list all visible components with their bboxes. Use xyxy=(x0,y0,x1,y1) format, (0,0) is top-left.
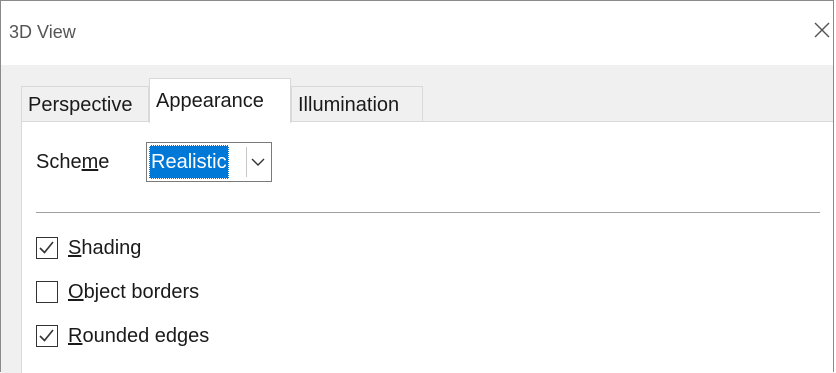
chevron-down-icon[interactable] xyxy=(246,147,269,177)
tab-label: Appearance xyxy=(156,90,264,112)
dialog-body: Perspective Appearance Illumination Sche… xyxy=(1,65,833,373)
scheme-label: Scheme xyxy=(36,151,110,173)
title-bar: 3D View xyxy=(1,1,833,65)
object-borders-label: Object borders xyxy=(68,281,200,303)
shading-label: Shading xyxy=(68,237,142,259)
rounded-edges-checkbox[interactable] xyxy=(36,325,58,347)
scheme-dropdown[interactable]: Realistic xyxy=(146,142,272,182)
close-icon[interactable] xyxy=(811,19,833,41)
object-borders-checkbox[interactable] xyxy=(36,281,58,303)
tab-illumination[interactable]: Illumination xyxy=(291,86,423,122)
tab-appearance[interactable]: Appearance xyxy=(149,78,291,123)
separator xyxy=(36,212,820,213)
dialog-3d-view: 3D View Perspective Appearance Illuminat… xyxy=(0,0,834,373)
scheme-selected-value: Realistic xyxy=(149,145,229,179)
shading-checkbox[interactable] xyxy=(36,237,58,259)
dialog-title: 3D View xyxy=(9,22,76,42)
appearance-panel: Scheme Realistic Shading Object borders … xyxy=(21,121,833,373)
tab-label: Perspective xyxy=(28,94,133,116)
tab-perspective[interactable]: Perspective xyxy=(21,86,149,122)
tab-label: Illumination xyxy=(298,94,400,116)
rounded-edges-label: Rounded edges xyxy=(68,325,210,347)
